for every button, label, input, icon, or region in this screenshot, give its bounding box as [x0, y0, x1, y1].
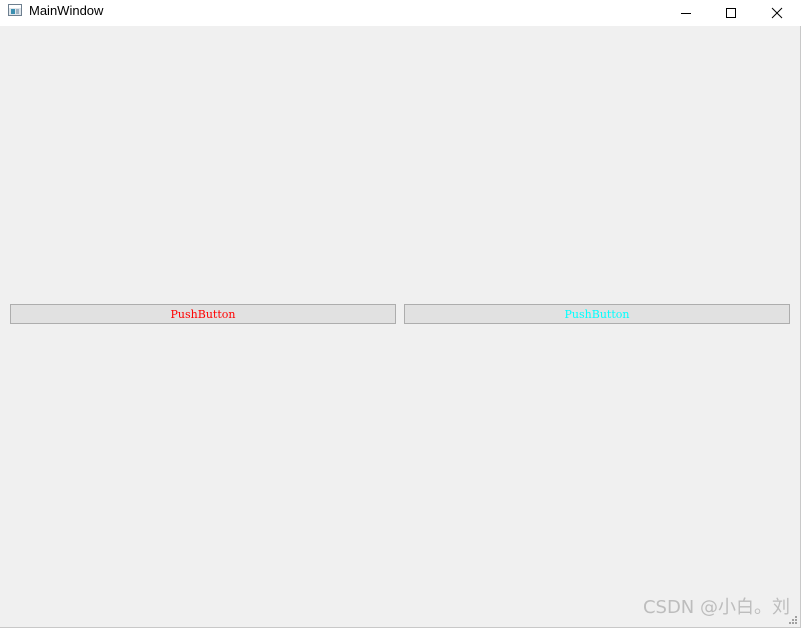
push-button-left[interactable]: PushButton [10, 304, 396, 324]
maximize-button[interactable] [708, 0, 754, 26]
resize-grip-icon[interactable] [788, 615, 798, 625]
push-button-right[interactable]: PushButton [404, 304, 790, 324]
main-window: MainWindow PushButton PushButton CSDN @小… [0, 0, 801, 628]
csdn-watermark: CSDN @小白。刘 [642, 597, 790, 618]
close-icon [771, 7, 783, 19]
close-button[interactable] [754, 0, 800, 26]
app-window-icon [8, 4, 22, 16]
title-bar[interactable]: MainWindow [0, 0, 801, 26]
minimize-icon [681, 13, 691, 14]
minimize-button[interactable] [663, 0, 709, 26]
window-title: MainWindow [29, 3, 104, 18]
maximize-icon [726, 8, 736, 18]
